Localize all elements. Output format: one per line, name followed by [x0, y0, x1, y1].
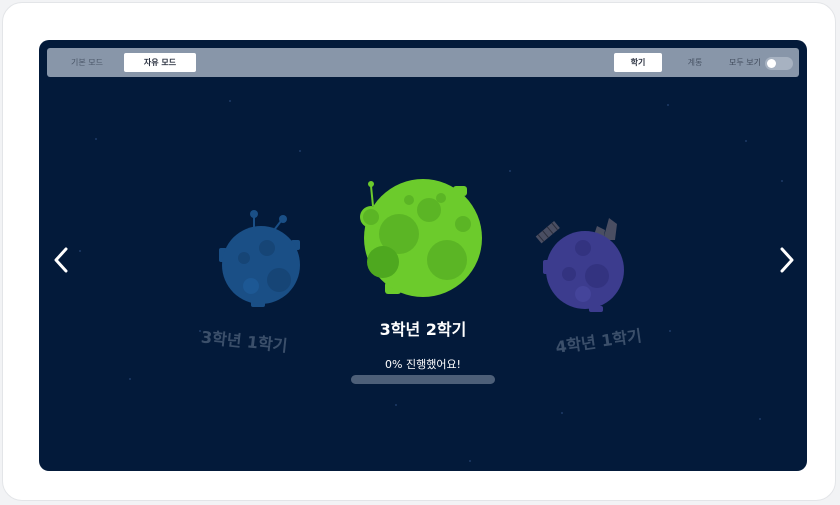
planet-center-label: 3학년 2학기 [379, 320, 467, 339]
star [667, 104, 669, 106]
view-all-label: 모두 보기 [729, 58, 761, 67]
progress-text: 0% 진행했어요! [385, 358, 461, 371]
star [745, 140, 747, 142]
star [229, 100, 231, 102]
chevron-left-icon [54, 247, 68, 273]
progress-bar [351, 375, 495, 384]
planet-left-icon[interactable] [211, 210, 311, 310]
app-screen: 기본 모드 자유 모드 학기 계통 모두 보기 3학년 1학기 3학년 2학기 … [39, 40, 807, 471]
mode-basic-button[interactable]: 기본 모드 [51, 53, 123, 72]
prev-arrow-button[interactable] [47, 240, 77, 280]
star [561, 412, 563, 414]
mode-free-button[interactable]: 자유 모드 [124, 53, 196, 72]
toggle-knob [767, 59, 776, 68]
view-all-toggle[interactable] [765, 57, 793, 70]
star [129, 378, 131, 380]
device-frame: 기본 모드 자유 모드 학기 계통 모두 보기 3학년 1학기 3학년 2학기 … [2, 2, 836, 501]
star [469, 460, 471, 462]
star [299, 150, 301, 152]
star [395, 404, 397, 406]
tab-semester[interactable]: 학기 [614, 53, 662, 72]
star [781, 180, 783, 182]
tab-series[interactable]: 계통 [671, 53, 719, 72]
planet-right-label: 4학년 1학기 [554, 326, 643, 357]
next-arrow-button[interactable] [771, 240, 801, 280]
mode-bar: 기본 모드 자유 모드 학기 계통 모두 보기 [47, 48, 799, 77]
planet-right-icon[interactable] [533, 214, 633, 314]
planet-center-icon[interactable] [355, 178, 489, 302]
star [79, 250, 81, 252]
star [509, 170, 511, 172]
star [759, 418, 761, 420]
chevron-right-icon [780, 247, 794, 273]
planet-left-label: 3학년 1학기 [200, 327, 289, 356]
star [669, 330, 671, 332]
star [95, 138, 97, 140]
